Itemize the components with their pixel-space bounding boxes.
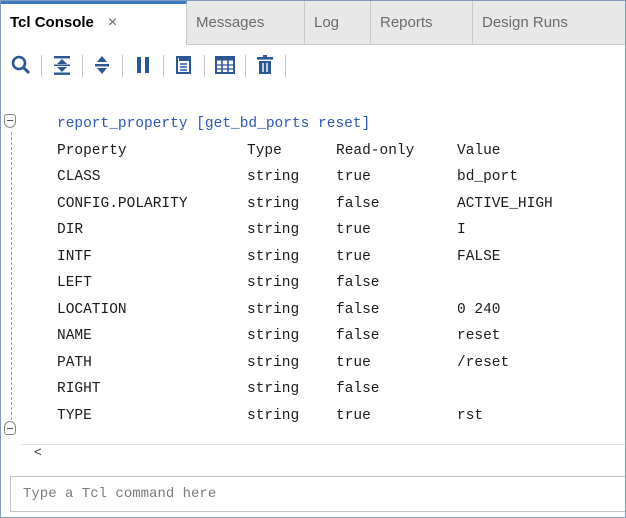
cell-property: LEFT — [57, 275, 92, 291]
close-icon[interactable]: × — [108, 14, 117, 31]
tab-strip: Tcl Console × Messages Log Reports Design… — [1, 1, 625, 45]
tab-label: Reports — [380, 14, 433, 31]
fold-collapse-icon[interactable] — [4, 114, 16, 128]
property-row: LOCATION string false 0 240 — [1, 297, 625, 323]
cell-readonly: false — [336, 381, 380, 397]
cell-type: string — [247, 381, 300, 397]
property-row: TYPE string true rst — [1, 403, 625, 429]
property-row: NAME string false reset — [1, 323, 625, 349]
cell-readonly: false — [336, 301, 380, 318]
cell-type: string — [247, 222, 300, 238]
cell-type: string — [247, 169, 300, 185]
cell-value: rst — [457, 407, 484, 424]
tcl-command-input[interactable] — [10, 476, 625, 512]
cell-property: INTF — [57, 248, 92, 265]
cell-type: string — [247, 328, 300, 344]
cell-readonly: false — [336, 328, 380, 344]
cell-property: CLASS — [57, 169, 101, 185]
property-row: LEFT string false — [1, 270, 625, 296]
property-row: PATH string true/reset — [1, 350, 625, 376]
cell-property: LOCATION — [57, 301, 127, 318]
cell-type: string — [247, 354, 300, 371]
tab-label: Tcl Console — [10, 14, 94, 31]
cell-value: /reset — [457, 354, 510, 371]
cell-value: FALSE — [457, 248, 501, 265]
cell-readonly: true — [336, 222, 371, 238]
cell-property: NAME — [57, 328, 92, 344]
cell-readonly: true — [336, 169, 371, 185]
tab-label: Log — [314, 14, 340, 31]
cell-property: DIR — [57, 222, 84, 238]
cell-value: bd_port — [457, 169, 518, 185]
cell-property: Property — [57, 142, 127, 159]
tab-reports[interactable]: Reports — [371, 1, 473, 44]
cell-type: string — [247, 301, 300, 318]
cell-value: ACTIVE_HIGH — [457, 195, 553, 212]
tab-label: Messages — [196, 14, 265, 31]
toolbar-separator — [122, 55, 123, 77]
cell-value: I — [457, 222, 466, 238]
console-command-line: report_property [get_bd_ports reset] — [57, 116, 371, 132]
cell-readonly: Read-only — [336, 142, 415, 159]
pause-icon[interactable] — [131, 53, 155, 77]
property-row: CLASS string true bd_port — [1, 164, 625, 190]
cell-readonly: false — [336, 275, 380, 291]
toolbar-separator — [285, 55, 286, 77]
tab-tcl-console[interactable]: Tcl Console × — [1, 1, 187, 45]
tab-label: Design Runs — [482, 14, 568, 31]
property-row: INTF string true FALSE — [1, 244, 625, 270]
cell-property: PATH — [57, 354, 92, 371]
tab-design-runs[interactable]: Design Runs — [473, 1, 625, 44]
cell-readonly: false — [336, 195, 380, 212]
scroll-left-arrow-icon[interactable]: < — [34, 444, 42, 459]
cell-property: TYPE — [57, 407, 92, 424]
property-row: RIGHT string false — [1, 376, 625, 402]
copy-icon[interactable] — [172, 53, 196, 77]
expand-all-icon[interactable] — [90, 53, 114, 77]
tcl-console-panel: Tcl Console × Messages Log Reports Design… — [0, 0, 626, 518]
cell-readonly: true — [336, 407, 371, 424]
cell-value: reset — [457, 328, 501, 344]
cell-type: Type — [247, 142, 282, 159]
console-toolbar — [1, 45, 625, 85]
tab-log[interactable]: Log — [305, 1, 371, 44]
toolbar-separator — [82, 55, 83, 77]
cell-readonly: true — [336, 354, 371, 371]
toolbar-separator — [245, 55, 246, 77]
cell-type: string — [247, 248, 300, 265]
columns-icon[interactable] — [213, 53, 237, 77]
cell-readonly: true — [336, 248, 371, 265]
property-row: CONFIG.POLARITY string false ACTIVE_HIGH — [1, 191, 625, 217]
collapse-all-icon[interactable] — [50, 53, 74, 77]
cell-type: string — [247, 407, 300, 424]
cell-property: RIGHT — [57, 381, 101, 397]
cell-type: string — [247, 195, 300, 212]
toolbar-separator — [163, 55, 164, 77]
horizontal-scrollbar[interactable]: < — [21, 444, 625, 463]
property-table-header: Property Type Read-only Value — [1, 138, 625, 164]
cell-property: CONFIG.POLARITY — [57, 195, 188, 212]
toolbar-separator — [204, 55, 205, 77]
cell-value: 0 240 — [457, 301, 501, 318]
toolbar-separator — [41, 55, 42, 77]
tab-messages[interactable]: Messages — [187, 1, 305, 44]
property-row: DIR string true I — [1, 217, 625, 243]
search-icon[interactable] — [9, 53, 33, 77]
trash-icon[interactable] — [253, 53, 277, 77]
cell-value: Value — [457, 142, 501, 159]
cell-type: string — [247, 275, 300, 291]
